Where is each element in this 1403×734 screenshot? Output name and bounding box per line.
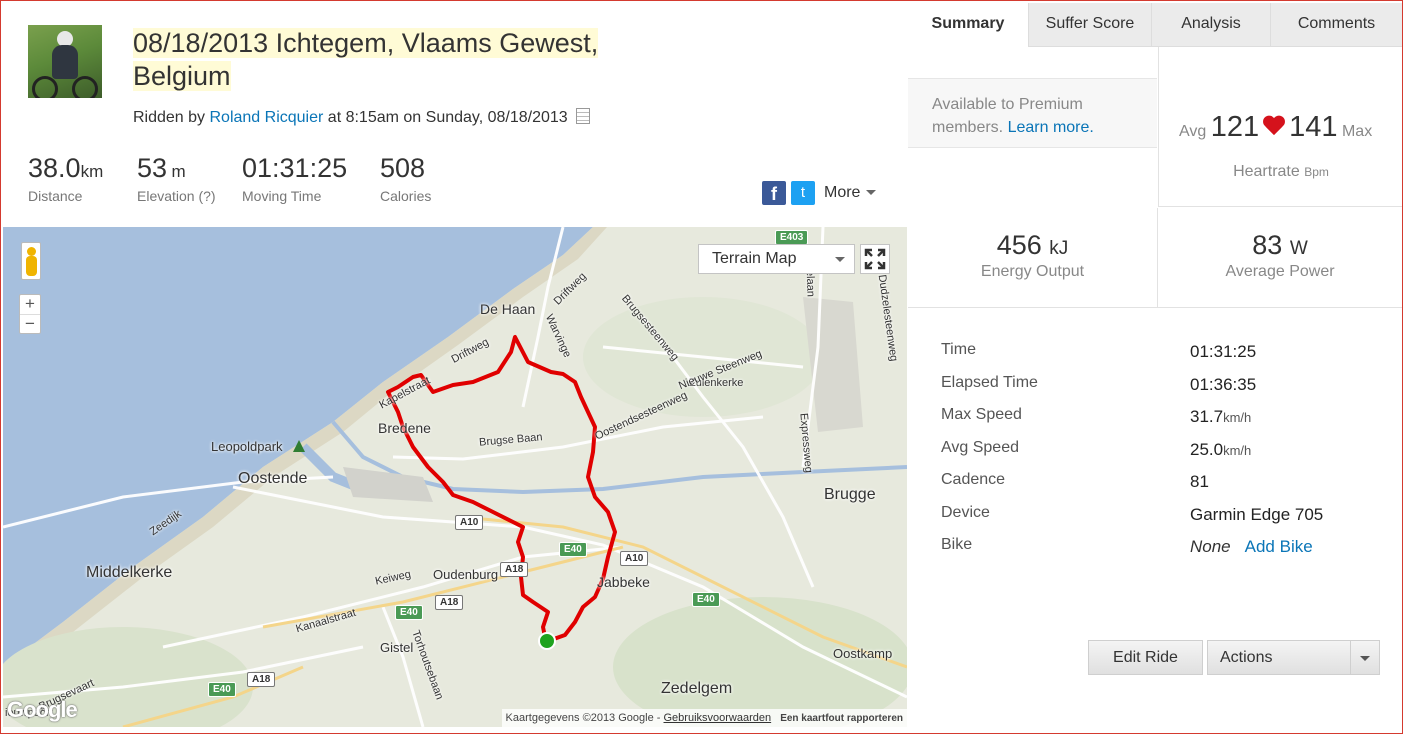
learn-more-link[interactable]: Learn more. — [1008, 119, 1094, 136]
map-label-jabbeke: Jabbeke — [597, 574, 650, 590]
tab-summary[interactable]: Summary — [908, 3, 1028, 47]
detail-row-device: Device Garmin Edge 705 — [941, 503, 1324, 524]
fullscreen-button[interactable] — [860, 244, 890, 274]
map-label-gistel: Gistel — [380, 640, 414, 655]
road-shield-a18: A18 — [500, 562, 529, 577]
chevron-down-icon — [835, 257, 845, 262]
activity-tabs: Summary Suffer Score Analysis Comments — [908, 3, 1402, 47]
hr-avg-value: 121 — [1210, 111, 1260, 143]
map-label-oudenburg: Oudenburg — [433, 567, 499, 582]
tab-suffer-score[interactable]: Suffer Score — [1028, 3, 1151, 47]
tab-analysis[interactable]: Analysis — [1151, 3, 1270, 47]
map-attribution: Kaartgegevens ©2013 Google - Gebruiksvoo… — [501, 709, 907, 727]
detail-row-avg-speed: Avg Speed 25.0km/h — [941, 438, 1252, 459]
twitter-icon[interactable]: t — [791, 181, 815, 205]
chevron-down-icon — [866, 190, 877, 195]
map-label-brugge: Brugge — [824, 486, 876, 503]
road-shield-a18-south: A18 — [247, 672, 276, 687]
map-canvas[interactable] — [3, 227, 907, 727]
activity-byline: Ridden by Roland Ricquier at 8:15am on S… — [133, 108, 591, 127]
road-shield-e40: E40 — [559, 542, 587, 557]
hr-label: Heartrate Bpm — [1233, 163, 1329, 180]
road-shield-e40-east: E40 — [692, 592, 720, 607]
road-shield-e403: E403 — [775, 230, 809, 245]
road-shield-a10-east: A10 — [620, 551, 649, 566]
map-label-oostende: Oostende — [238, 470, 308, 487]
detail-row-max-speed: Max Speed 31.7km/h — [941, 406, 1252, 426]
add-bike-link[interactable]: Add Bike — [1245, 537, 1313, 556]
street-view-pegman-icon[interactable] — [21, 242, 41, 280]
start-marker[interactable] — [538, 632, 556, 650]
map-label-leopoldpark: Leopoldpark — [211, 439, 283, 454]
tab-comments[interactable]: Comments — [1270, 3, 1402, 47]
energy-output-panel: 456 kJ Energy Output — [908, 208, 1158, 308]
average-power-panel: 83 W Average Power — [1158, 208, 1402, 308]
ride-details: Time 01:31:25 Elapsed Time 01:36:35 Max Sp… — [941, 341, 1381, 569]
detail-row-bike: Bike None Add Bike — [941, 536, 1313, 556]
map-label-middelkerke: Middelkerke — [86, 564, 173, 581]
road-shield-a10: A10 — [455, 515, 484, 530]
map-label-zedelgem: Zedelgem — [661, 680, 733, 697]
report-map-error-link[interactable]: Een kaartfout rapporteren — [780, 713, 903, 724]
google-logo[interactable]: Google — [7, 697, 78, 723]
hr-max-value: 141 — [1289, 111, 1338, 143]
more-share-button[interactable]: More — [824, 184, 877, 202]
detail-row-cadence: Cadence 81 — [941, 471, 1209, 491]
activity-title: 08/18/2013 Ichtegem, Vlaams Gewest, Belg… — [133, 28, 599, 91]
premium-notice: Available to Premium members. Learn more… — [908, 78, 1157, 148]
road-shield-a18-west: A18 — [435, 595, 464, 610]
athlete-link[interactable]: Roland Ricquier — [210, 109, 324, 126]
actions-button[interactable]: Actions — [1207, 640, 1351, 675]
hr-max-label: Max — [1341, 123, 1373, 140]
expand-icon — [864, 248, 886, 270]
activity-page: 08/18/2013 Ichtegem, Vlaams Gewest, Belg… — [0, 0, 1403, 734]
stat-calories: 508 Calories — [380, 153, 432, 204]
map-label-oostkamp: Oostkamp — [833, 646, 893, 661]
zoom-out-button[interactable]: − — [20, 314, 40, 333]
map-type-select[interactable]: Terrain Map — [698, 244, 855, 274]
stat-elevation: 53 m Elevation (?) — [137, 153, 216, 204]
route-map[interactable]: De Haan Bredene Leopoldpark Oostende Bru… — [3, 227, 907, 727]
map-label-bredene: Bredene — [378, 420, 431, 436]
edit-ride-button[interactable]: Edit Ride — [1088, 640, 1203, 675]
share-bar: f t More — [762, 181, 877, 205]
heart-icon — [1263, 116, 1285, 136]
stat-moving-time: 01:31:25 Moving Time — [242, 153, 348, 204]
terms-link[interactable]: Gebruiksvoorwaarden — [664, 712, 772, 724]
zoom-in-button[interactable]: + — [20, 295, 40, 314]
map-label-de-haan: De Haan — [480, 301, 536, 317]
chevron-down-icon — [1360, 656, 1370, 661]
athlete-avatar[interactable] — [28, 25, 102, 98]
stat-distance: 38.0km Distance — [28, 153, 104, 204]
zoom-control: + − — [19, 294, 41, 334]
detail-row-elapsed-time: Elapsed Time 01:36:35 — [941, 373, 1257, 394]
road-shield-e40-south: E40 — [208, 682, 236, 697]
calendar-icon[interactable] — [576, 108, 591, 124]
road-shield-e40-west: E40 — [395, 605, 423, 620]
actions-dropdown-toggle[interactable] — [1350, 640, 1380, 675]
detail-row-time: Time 01:31:25 — [941, 341, 1257, 361]
heartrate-panel: Avg 121 141 Max Heartrate Bpm — [1158, 47, 1402, 207]
hr-avg-label: Avg — [1179, 123, 1207, 140]
facebook-icon[interactable]: f — [762, 181, 786, 205]
